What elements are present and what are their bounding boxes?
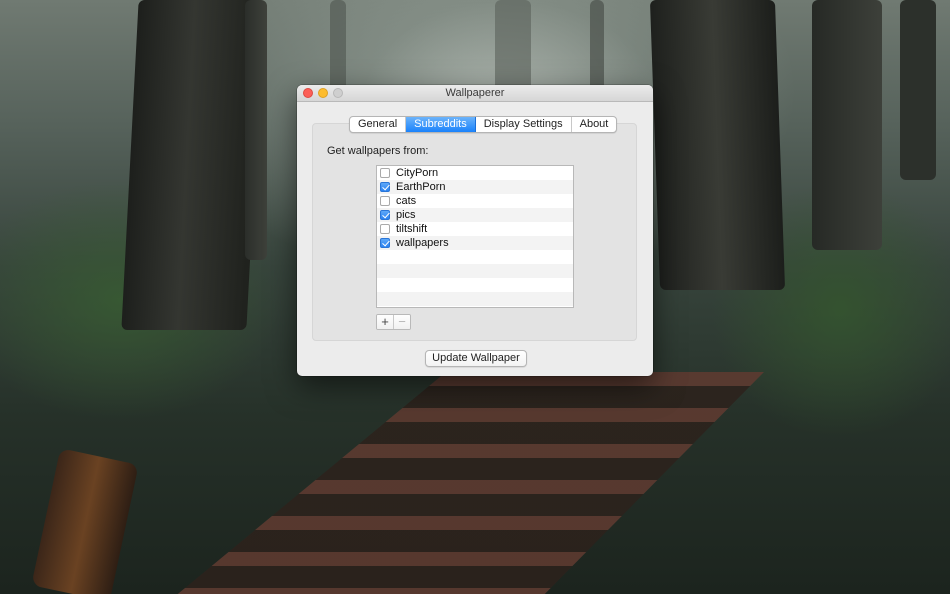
background-tree [649, 0, 786, 290]
empty-list-row [377, 278, 573, 292]
list-item[interactable]: pics [377, 208, 573, 222]
list-item[interactable]: CityPorn [377, 166, 573, 180]
subreddit-name: cats [396, 195, 417, 207]
list-item[interactable]: wallpapers [377, 236, 573, 250]
subreddit-checkbox[interactable] [380, 168, 390, 178]
preferences-window: Wallpaperer General Subreddits Display S… [297, 85, 653, 376]
subreddit-checkbox[interactable] [380, 210, 390, 220]
subreddit-name: pics [396, 209, 416, 221]
subreddit-name: wallpapers [396, 237, 449, 249]
window-title: Wallpaperer [445, 87, 505, 99]
subreddit-checkbox[interactable] [380, 196, 390, 206]
update-wallpaper-button[interactable]: Update Wallpaper [425, 350, 527, 367]
background-tree [812, 0, 882, 250]
empty-list-row [377, 292, 573, 306]
background-tree [900, 0, 936, 180]
subreddit-name: EarthPorn [396, 181, 446, 193]
list-item[interactable]: tiltshift [377, 222, 573, 236]
section-label: Get wallpapers from: [327, 145, 429, 157]
subreddit-checkbox[interactable] [380, 224, 390, 234]
subreddit-list[interactable]: CityPorn EarthPorn cats pics tiltshift w… [376, 165, 574, 308]
empty-list-row [377, 264, 573, 278]
list-item[interactable]: EarthPorn [377, 180, 573, 194]
empty-list-row [377, 250, 573, 264]
background-tree [245, 0, 267, 260]
tab-bar: General Subreddits Display Settings Abou… [349, 116, 618, 133]
subreddit-name: tiltshift [396, 223, 428, 235]
subreddit-checkbox[interactable] [380, 238, 390, 248]
tab-general[interactable]: General [350, 117, 407, 132]
list-edit-buttons: + − [376, 314, 411, 330]
add-subreddit-button[interactable]: + [377, 315, 393, 329]
tab-display-settings[interactable]: Display Settings [476, 117, 572, 132]
background-tree [121, 0, 264, 330]
list-item[interactable]: cats [377, 194, 573, 208]
tab-subreddits[interactable]: Subreddits [406, 117, 476, 132]
subreddit-checkbox[interactable] [380, 182, 390, 192]
remove-subreddit-button[interactable]: − [393, 315, 410, 329]
title-bar[interactable]: Wallpaperer [297, 85, 653, 102]
tab-about[interactable]: About [572, 117, 617, 132]
subreddit-name: CityPorn [396, 167, 439, 179]
